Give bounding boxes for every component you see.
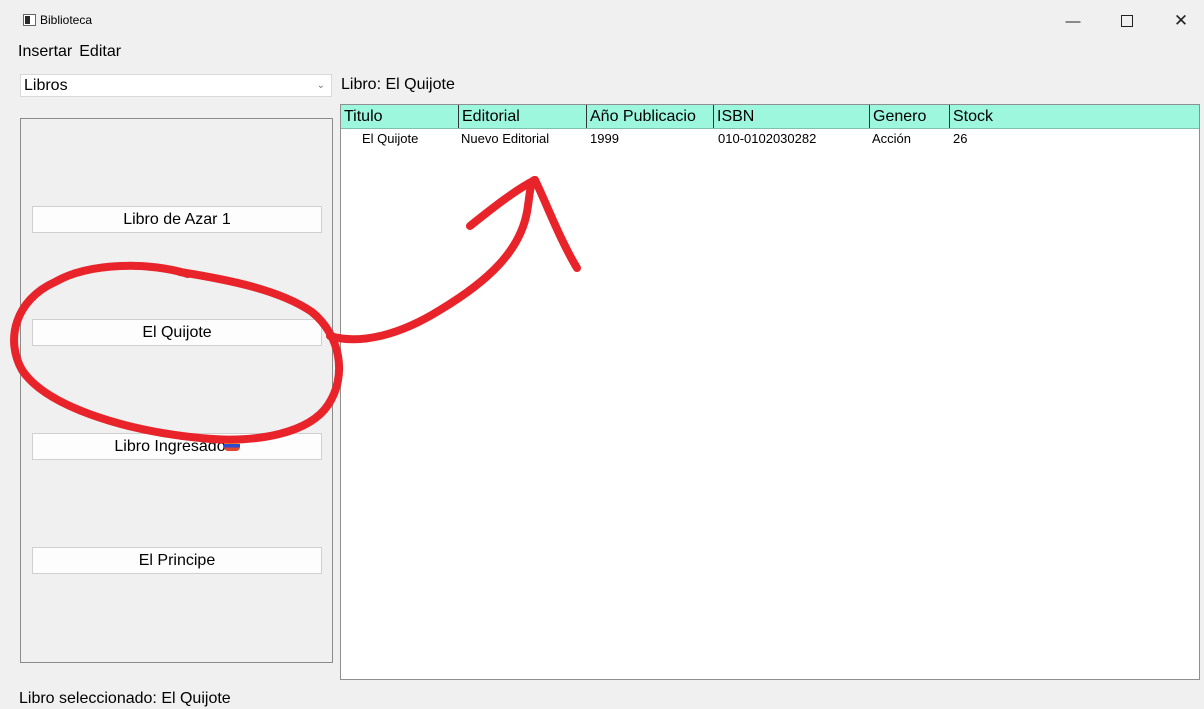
book-button-label: Libro Ingresado [114,438,226,455]
book-button-libro-ingresado[interactable]: Libro Ingresado [32,433,322,460]
status-text: Libro seleccionado: El Quijote [19,690,231,707]
cell-ano: 1999 [590,131,619,146]
book-button-label: El Principe [138,552,216,569]
cell-genero: Acción [872,131,912,146]
window-title: Biblioteca [40,13,93,27]
book-list-panel [20,118,333,663]
column-header-isbn[interactable]: ISBN [714,105,870,128]
menu-bar: Insertar Editar [18,43,121,61]
maximize-icon [1121,15,1133,27]
current-book-label: Libro: El Quijote [341,76,455,93]
column-header-stock[interactable]: Stock [950,105,1199,128]
menu-editar[interactable]: Editar [79,43,121,61]
category-select[interactable]: Libros ⌄ [20,74,332,97]
minimize-button[interactable]: — [1050,8,1096,34]
flag-emoji-icon [223,439,240,452]
chevron-down-icon: ⌄ [316,80,325,91]
table-header: Titulo Editorial Año Publicacio ISBN Gen… [341,105,1199,129]
maximize-button[interactable] [1104,8,1150,34]
close-button[interactable]: ✕ [1158,8,1204,34]
book-button-libro-de-azar-1[interactable]: Libro de Azar 1 [32,206,322,233]
book-button-el-principe[interactable]: El Principe [32,547,322,574]
book-table[interactable]: Titulo Editorial Año Publicacio ISBN Gen… [340,104,1200,680]
cell-isbn: 010-0102030282 [718,131,817,146]
column-header-genero[interactable]: Genero [870,105,950,128]
cell-editorial: Nuevo Editorial [461,131,550,146]
column-header-ano-publicacion[interactable]: Año Publicacio [587,105,714,128]
category-select-value: Libros [24,77,68,94]
cell-titulo: El Quijote [362,131,419,146]
cell-stock: 26 [953,131,968,146]
book-button-label: El Quijote [142,324,212,341]
column-header-editorial[interactable]: Editorial [459,105,587,128]
app-icon [23,14,36,26]
book-button-el-quijote[interactable]: El Quijote [32,319,322,346]
title-bar: Biblioteca — ✕ [0,0,1204,40]
menu-insertar[interactable]: Insertar [18,43,72,61]
column-header-titulo[interactable]: Titulo [341,105,459,128]
book-button-label: Libro de Azar 1 [123,211,231,228]
